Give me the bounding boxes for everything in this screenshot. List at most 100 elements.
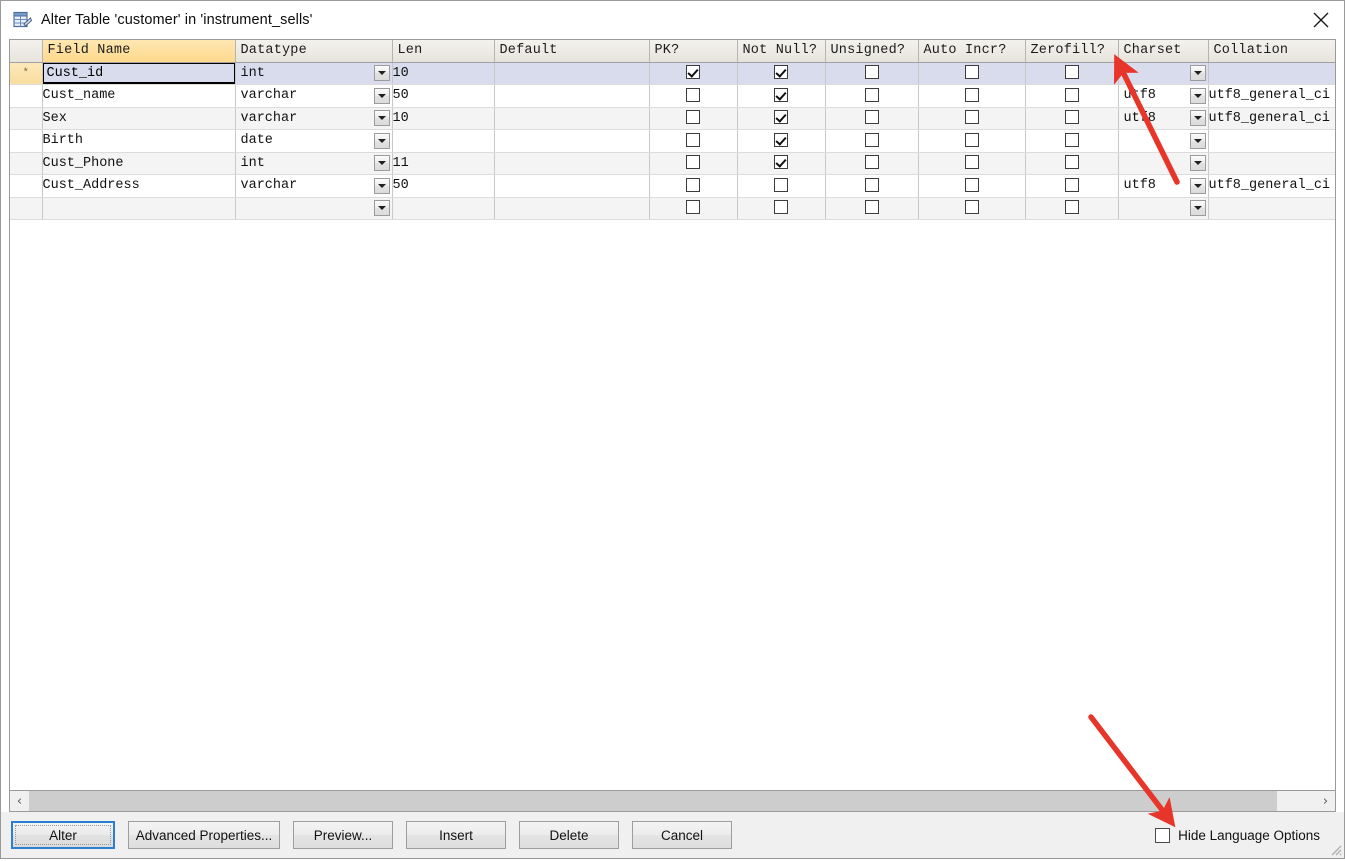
resize-grip-icon[interactable] <box>1328 842 1342 856</box>
cell-field-name[interactable] <box>42 197 236 220</box>
cancel-button[interactable]: Cancel <box>632 821 732 849</box>
header-len[interactable]: Len <box>392 40 495 63</box>
not-null-checkbox[interactable] <box>774 200 788 215</box>
cell-default[interactable] <box>494 129 650 153</box>
row-selector[interactable] <box>10 174 43 198</box>
header-auto-incr[interactable]: Auto Incr? <box>918 40 1026 63</box>
auto-incr-checkbox[interactable] <box>964 110 979 125</box>
zerofill-checkbox[interactable] <box>1064 200 1079 215</box>
unsigned-checkbox[interactable] <box>864 132 879 147</box>
scrollbar-thumb[interactable] <box>29 791 1278 811</box>
charset-combo[interactable] <box>1119 198 1208 219</box>
table-row[interactable]: Cust_name varchar 50 utf8 utf8_general_ci <box>10 84 1335 108</box>
table-row[interactable]: Sex varchar 10 utf8 utf8_general_ci <box>10 107 1335 130</box>
cell-default[interactable] <box>494 84 650 108</box>
datatype-combo[interactable] <box>236 198 392 219</box>
datatype-combo[interactable]: varchar <box>236 175 392 196</box>
row-selector[interactable]: * <box>10 62 43 85</box>
pk-checkbox[interactable] <box>686 200 700 215</box>
header-pk[interactable]: PK? <box>649 40 738 63</box>
charset-dropdown-arrow-icon[interactable] <box>1189 155 1206 172</box>
table-row[interactable]: Birth date <box>10 129 1335 153</box>
header-zerofill[interactable]: Zerofill? <box>1025 40 1119 63</box>
auto-incr-checkbox[interactable] <box>964 200 979 215</box>
unsigned-checkbox[interactable] <box>864 177 879 192</box>
cell-collation[interactable] <box>1208 152 1335 175</box>
datatype-dropdown-arrow-icon[interactable] <box>373 155 390 172</box>
auto-incr-checkbox[interactable] <box>964 177 979 192</box>
cell-len[interactable] <box>392 129 495 153</box>
pk-checkbox[interactable] <box>686 155 700 170</box>
header-collation[interactable]: Collation <box>1208 40 1335 63</box>
cell-default[interactable] <box>494 197 650 220</box>
advanced-properties-button[interactable]: Advanced Properties... <box>128 821 280 849</box>
charset-dropdown-arrow-icon[interactable] <box>1189 65 1206 82</box>
cell-collation[interactable]: utf8_general_ci <box>1208 84 1335 108</box>
row-selector[interactable] <box>10 197 43 220</box>
not-null-checkbox[interactable] <box>774 155 788 170</box>
close-icon[interactable] <box>1298 1 1344 39</box>
auto-incr-checkbox[interactable] <box>964 87 979 102</box>
charset-dropdown-arrow-icon[interactable] <box>1189 132 1206 149</box>
cell-collation[interactable]: utf8_general_ci <box>1208 174 1335 198</box>
charset-dropdown-arrow-icon[interactable] <box>1189 110 1206 127</box>
cell-field-name[interactable]: Sex <box>42 107 236 130</box>
charset-combo[interactable]: utf8 <box>1119 85 1208 106</box>
zerofill-checkbox[interactable] <box>1064 65 1079 80</box>
datatype-dropdown-arrow-icon[interactable] <box>373 177 390 194</box>
hide-language-options-checkbox[interactable]: Hide Language Options <box>1155 827 1320 843</box>
header-datatype[interactable]: Datatype <box>235 40 393 63</box>
scroll-left-arrow-icon[interactable]: ‹ <box>10 791 29 811</box>
delete-button[interactable]: Delete <box>519 821 619 849</box>
alter-button[interactable]: Alter <box>11 821 115 849</box>
cell-len[interactable]: 11 <box>392 152 495 175</box>
cell-len[interactable]: 50 <box>392 174 495 198</box>
cell-len[interactable] <box>392 197 495 220</box>
charset-combo[interactable]: utf8 <box>1119 108 1208 129</box>
charset-combo[interactable] <box>1119 130 1208 151</box>
charset-dropdown-arrow-icon[interactable] <box>1189 177 1206 194</box>
cell-collation[interactable] <box>1208 129 1335 153</box>
datatype-dropdown-arrow-icon[interactable] <box>373 87 390 104</box>
datatype-combo[interactable]: date <box>236 130 392 151</box>
datatype-combo[interactable]: int <box>236 153 392 174</box>
datatype-combo[interactable]: int <box>236 63 392 84</box>
not-null-checkbox[interactable] <box>774 177 788 192</box>
unsigned-checkbox[interactable] <box>864 87 879 102</box>
unsigned-checkbox[interactable] <box>864 155 879 170</box>
pk-checkbox[interactable] <box>686 110 700 125</box>
datatype-dropdown-arrow-icon[interactable] <box>373 132 390 149</box>
table-row[interactable] <box>10 197 1335 220</box>
datatype-combo[interactable]: varchar <box>236 85 392 106</box>
cell-len[interactable]: 50 <box>392 84 495 108</box>
scrollbar-track[interactable] <box>29 791 1316 811</box>
charset-dropdown-arrow-icon[interactable] <box>1189 200 1206 217</box>
charset-combo[interactable]: utf8 <box>1119 175 1208 196</box>
charset-dropdown-arrow-icon[interactable] <box>1189 87 1206 104</box>
cell-default[interactable] <box>494 152 650 175</box>
datatype-dropdown-arrow-icon[interactable] <box>373 200 390 217</box>
insert-button[interactable]: Insert <box>406 821 506 849</box>
pk-checkbox[interactable] <box>686 132 700 147</box>
cell-field-name[interactable]: Cust_Address <box>42 174 236 198</box>
row-selector[interactable] <box>10 84 43 108</box>
cell-field-name[interactable]: Cust_name <box>42 84 236 108</box>
pk-checkbox[interactable] <box>686 177 700 192</box>
header-field-name[interactable]: Field Name <box>42 40 236 63</box>
pk-checkbox[interactable] <box>686 65 700 80</box>
unsigned-checkbox[interactable] <box>864 110 879 125</box>
cell-field-name[interactable]: Birth <box>42 129 236 153</box>
zerofill-checkbox[interactable] <box>1064 110 1079 125</box>
pk-checkbox[interactable] <box>686 87 700 102</box>
horizontal-scrollbar[interactable]: ‹ › <box>9 790 1336 812</box>
cell-len[interactable]: 10 <box>392 107 495 130</box>
datatype-dropdown-arrow-icon[interactable] <box>373 110 390 127</box>
cell-field-name[interactable]: Cust_Phone <box>42 152 236 175</box>
not-null-checkbox[interactable] <box>774 132 788 147</box>
not-null-checkbox[interactable] <box>774 87 788 102</box>
not-null-checkbox[interactable] <box>774 110 788 125</box>
header-default[interactable]: Default <box>494 40 650 63</box>
unsigned-checkbox[interactable] <box>864 200 879 215</box>
header-not-null[interactable]: Not Null? <box>737 40 826 63</box>
auto-incr-checkbox[interactable] <box>964 132 979 147</box>
